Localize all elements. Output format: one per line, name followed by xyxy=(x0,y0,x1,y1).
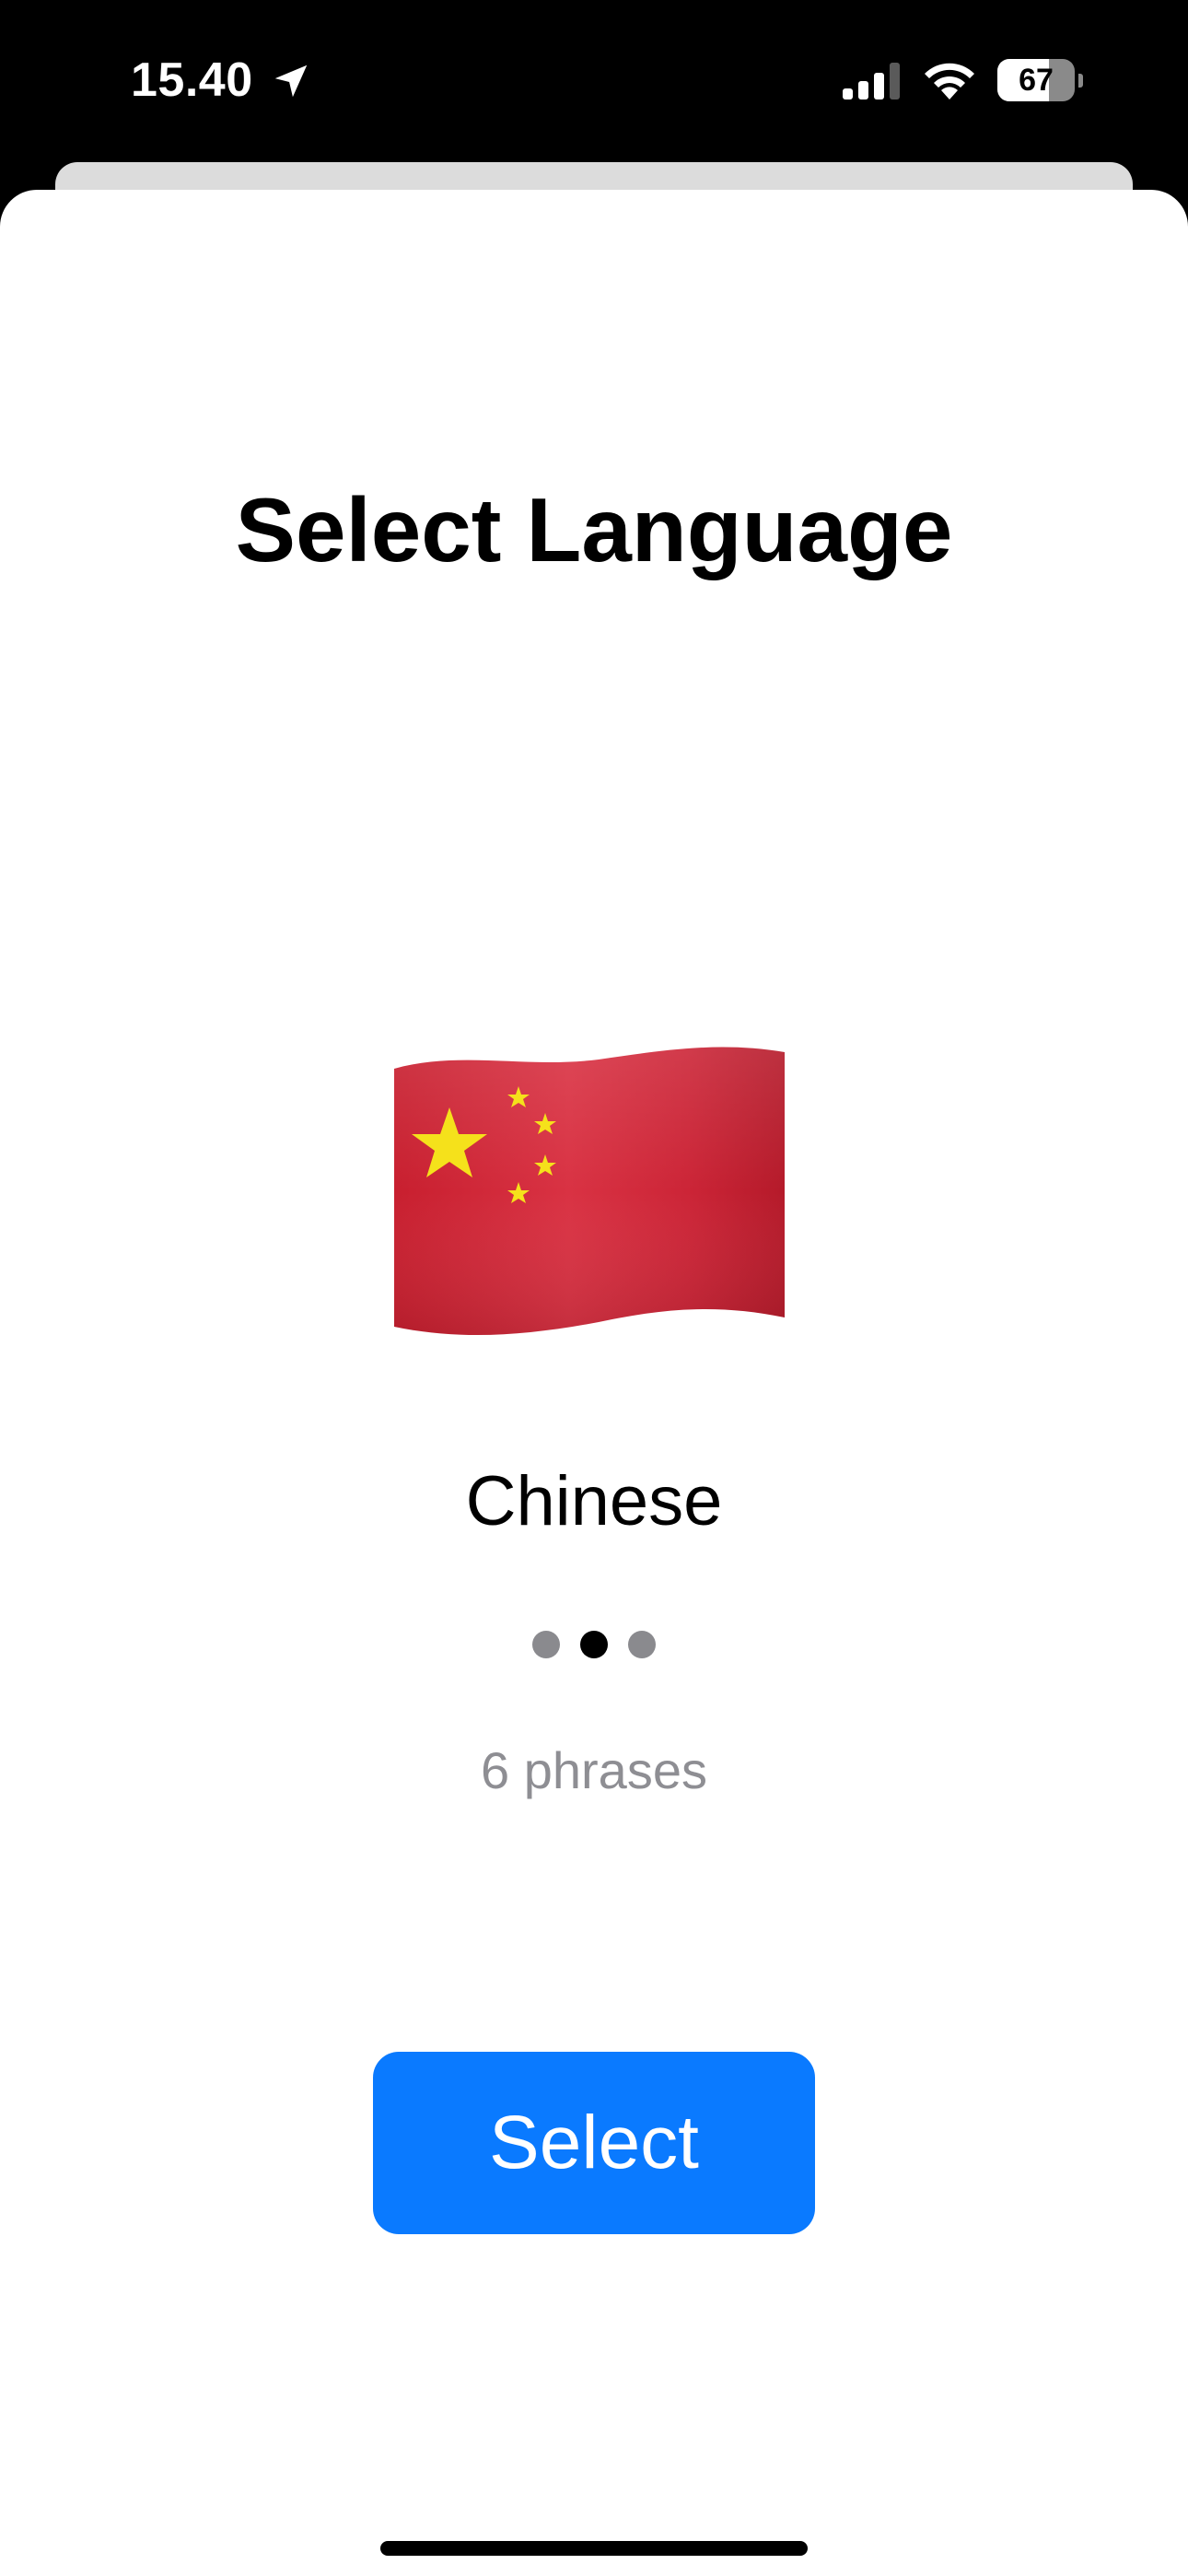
china-flag-icon[interactable] xyxy=(387,1041,788,1345)
location-arrow-icon xyxy=(274,64,308,98)
language-name: Chinese xyxy=(465,1462,723,1540)
status-bar: 15.40 67 xyxy=(0,0,1188,162)
page-dot[interactable] xyxy=(532,1631,560,1658)
select-button[interactable]: Select xyxy=(373,2052,815,2234)
page-dot[interactable] xyxy=(628,1631,656,1658)
battery-cap xyxy=(1078,74,1083,88)
cellular-signal-icon xyxy=(843,63,900,100)
home-indicator[interactable] xyxy=(380,2541,808,2556)
status-time: 15.40 xyxy=(131,53,253,107)
page-dot-active[interactable] xyxy=(580,1631,608,1658)
battery-level: 67 xyxy=(1019,63,1054,98)
phrase-count: 6 phrases xyxy=(481,1741,707,1799)
battery-icon: 67 xyxy=(997,59,1083,101)
battery-body: 67 xyxy=(997,59,1075,101)
page-indicator[interactable] xyxy=(0,1631,1188,1658)
app-screen: 15.40 67 Select Language Chinese 6 phras… xyxy=(0,0,1188,2576)
page-title: Select Language xyxy=(235,479,953,580)
wifi-icon xyxy=(925,63,974,100)
